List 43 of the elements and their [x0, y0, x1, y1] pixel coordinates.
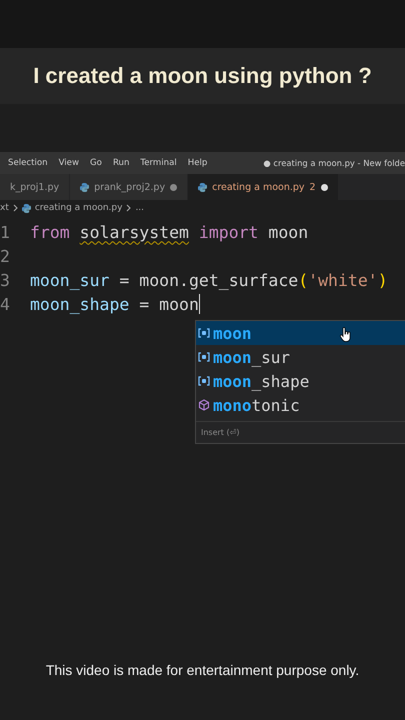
editor-tab[interactable]: k_proj1.py: [0, 174, 70, 200]
chevron-icon: [126, 204, 132, 212]
disclaimer-text: This video is made for entertainment purpose only.: [46, 662, 360, 678]
menu-item[interactable]: Terminal: [140, 158, 177, 168]
menu-item[interactable]: Selection: [8, 158, 48, 168]
menu-item[interactable]: Run: [112, 158, 130, 168]
hand-pointer-icon: [340, 327, 351, 342]
variable-icon: [198, 376, 210, 386]
line-number: 3: [0, 270, 11, 290]
suggestion-label: moon_sur: [213, 348, 290, 366]
breadcrumb-item[interactable]: creating a moon.py: [34, 203, 122, 213]
chevron-icon: [12, 204, 18, 212]
code-line: moon_sur = moon.get_surface('white'): [30, 270, 388, 290]
tab-label: k_proj1.py: [10, 182, 60, 192]
code-line: from solarsystem import moon: [30, 222, 308, 242]
suggestion-item[interactable]: monotonic: [196, 393, 405, 417]
menu-item[interactable]: Go: [90, 158, 102, 168]
breadcrumb-item[interactable]: ...: [135, 203, 144, 213]
problem-count: 2: [310, 182, 316, 192]
suggestion-label: moon_shape: [213, 372, 310, 390]
line-number: 1: [0, 222, 11, 242]
editor-tab[interactable]: creating a moon.py 2: [188, 174, 339, 200]
suggestion-item[interactable]: moon_sur: [196, 345, 405, 369]
tab-label: creating a moon.py: [212, 182, 305, 192]
variable-icon: [198, 352, 210, 362]
suggestion-item[interactable]: moon_shape: [196, 369, 405, 393]
code-line: moon_shape = moon: [30, 294, 200, 314]
line-number: 4: [0, 294, 11, 314]
breadcrumb-item[interactable]: xt: [0, 203, 9, 213]
python-icon: [22, 204, 31, 212]
menu-item[interactable]: Help: [188, 158, 208, 168]
tab-label: prank_proj2.py: [94, 182, 166, 192]
video-caption: I created a moon using python ?: [33, 63, 372, 89]
menu-item[interactable]: View: [58, 158, 80, 168]
line-number: 2: [0, 246, 11, 266]
insert-hint: Insert (⏎): [201, 428, 240, 437]
editor-tab[interactable]: prank_proj2.py: [70, 174, 188, 200]
suggestion-item[interactable]: moon: [196, 321, 405, 345]
cube-icon: [198, 399, 210, 411]
window-title: ● creating a moon.py - New folde: [262, 158, 405, 168]
suggestion-label: monotonic: [213, 396, 300, 414]
suggestion-label: moon: [213, 324, 252, 342]
variable-icon: [198, 328, 210, 338]
